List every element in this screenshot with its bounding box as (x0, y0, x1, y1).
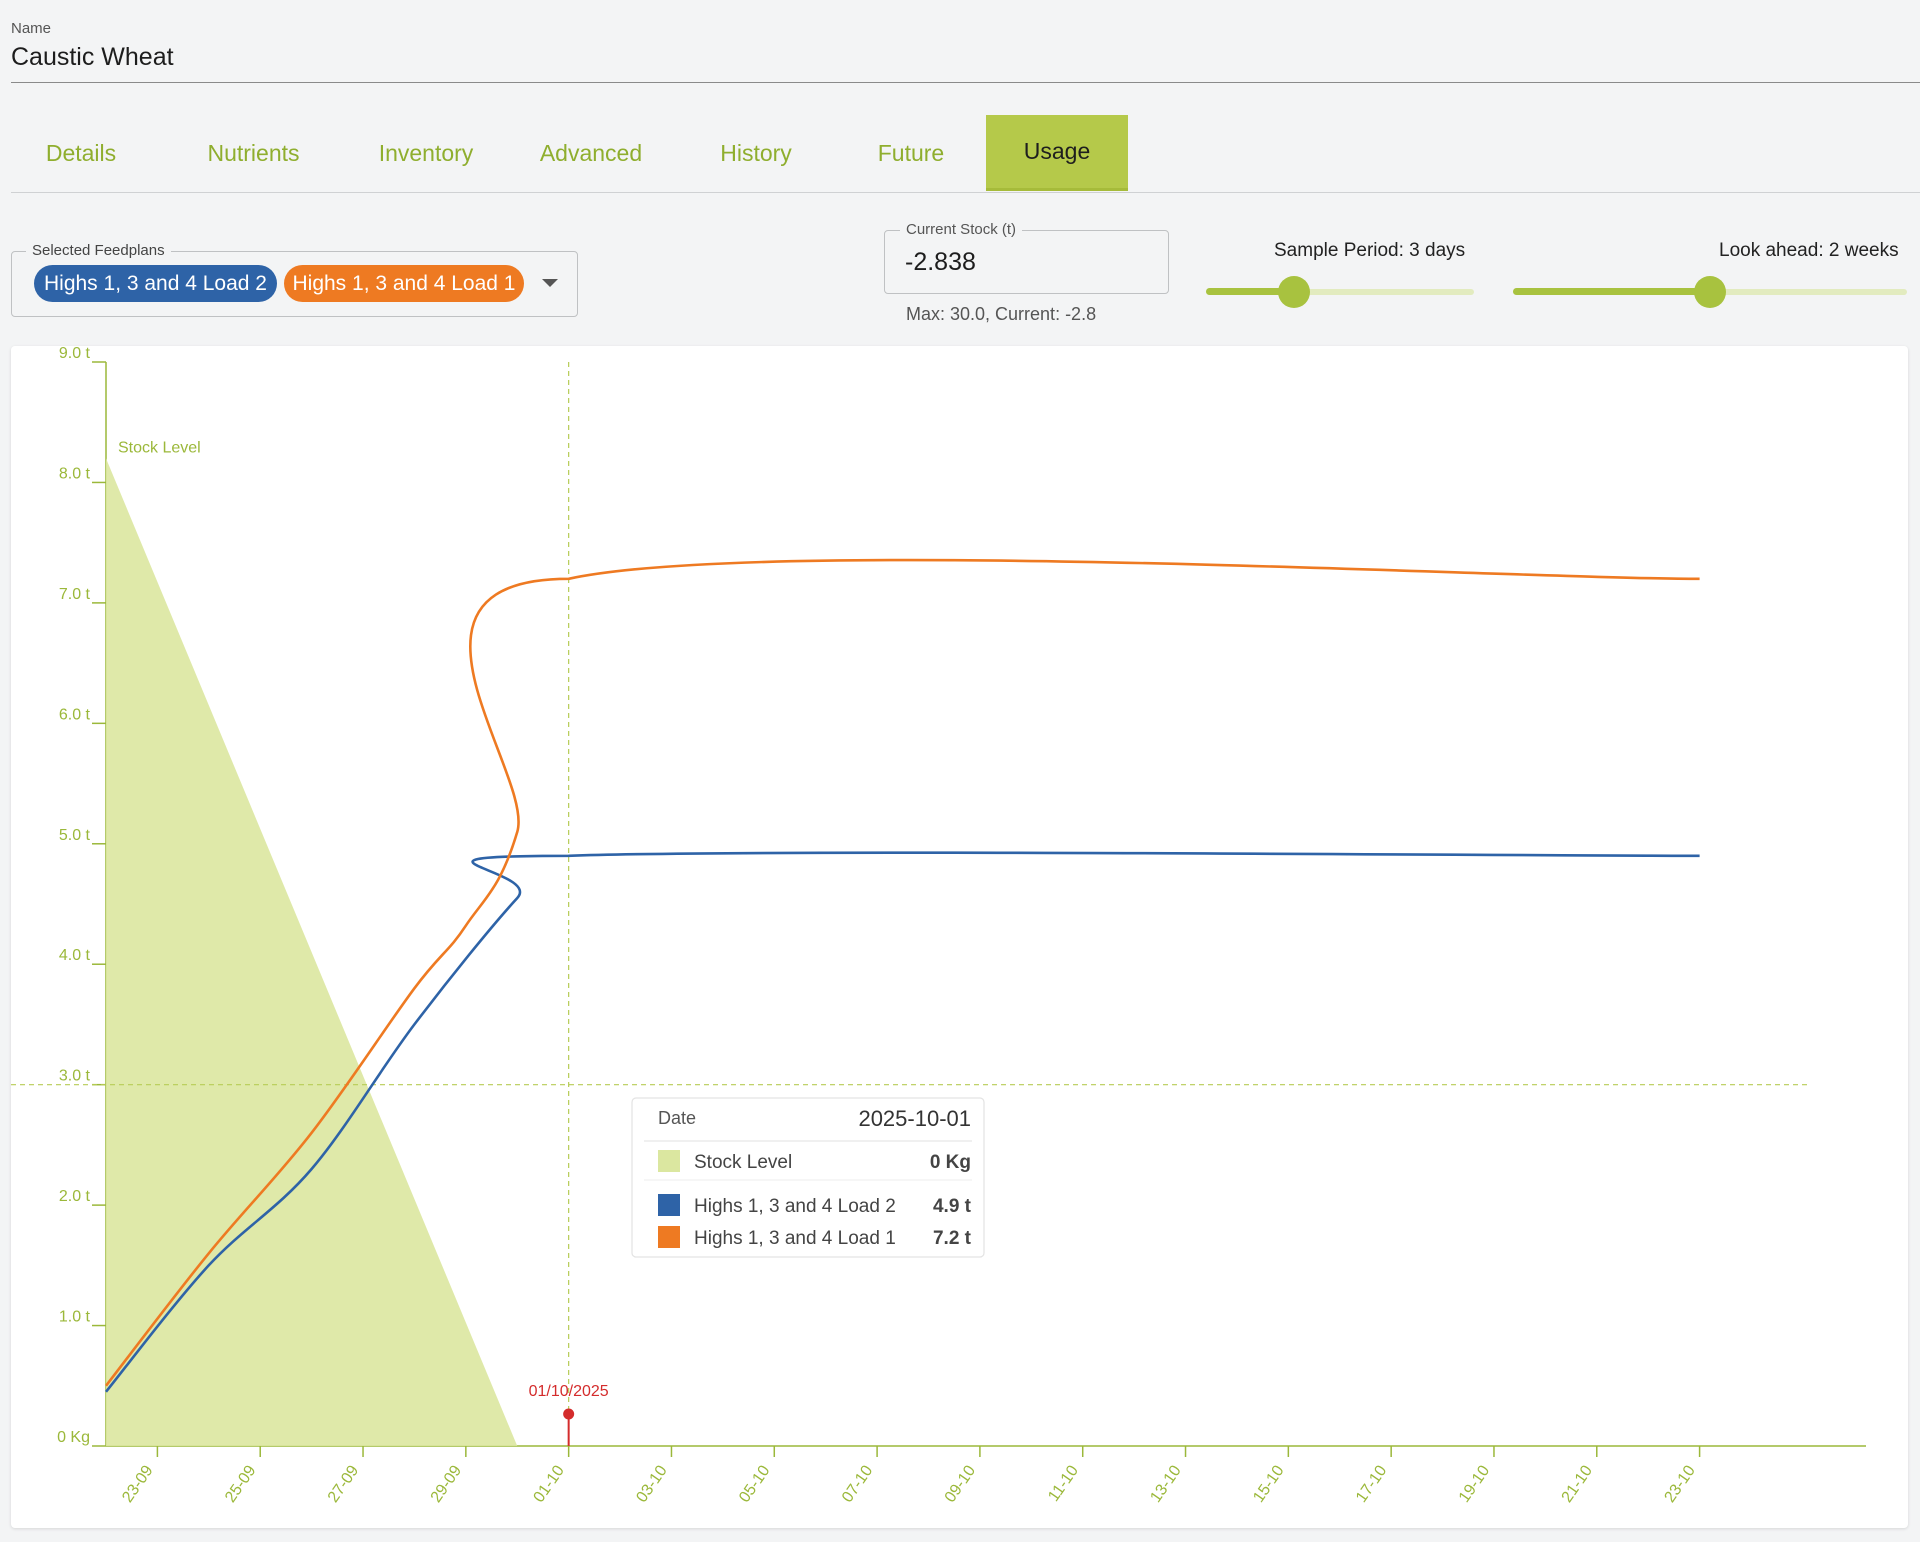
x-tick-label: 01-10 (531, 1462, 568, 1505)
tooltip-row-label: Highs 1, 3 and 4 Load 2 (694, 1196, 896, 1217)
x-tick-label: 21-10 (1559, 1462, 1596, 1505)
y-tick-label: 6.0 t (59, 706, 91, 723)
x-tick-label: 15-10 (1250, 1462, 1287, 1505)
x-tick-label: 07-10 (839, 1462, 876, 1505)
x-tick-label: 09-10 (942, 1462, 979, 1505)
tooltip-date-label: Date (658, 1108, 696, 1128)
name-field[interactable]: Name Caustic Wheat (11, 18, 1920, 83)
x-tick-label: 29-09 (428, 1462, 465, 1505)
tooltip-swatch (658, 1226, 680, 1248)
current-stock-helper: Max: 30.0, Current: -2.8 (906, 304, 1097, 324)
x-tick-label: 27-09 (325, 1462, 362, 1505)
look-ahead-thumb[interactable] (1694, 276, 1726, 308)
x-tick-label: 23-10 (1661, 1462, 1698, 1505)
y-tick-label: 1.0 t (59, 1309, 91, 1326)
tooltip-swatch (658, 1194, 680, 1216)
x-tick-label: 19-10 (1456, 1462, 1493, 1505)
look-ahead-track (1513, 288, 1710, 295)
current-stock-value[interactable]: -2.838 (905, 248, 976, 277)
tab-nutrients[interactable]: Nutrients (161, 115, 346, 191)
tooltip-swatch (658, 1150, 680, 1172)
usage-chart-card: 0 Kg 1.0 t 2.0 t 3.0 t 4.0 t 5.0 t 6.0 t 7.0 t 8… (11, 346, 1908, 1528)
current-stock-field[interactable]: Current Stock (t) -2.838 (884, 221, 1169, 294)
date-marker-dot (563, 1408, 575, 1420)
date-marker-label: 01/10/2025 (529, 1383, 609, 1400)
stock-level-label: Stock Level (118, 439, 201, 456)
tab-details[interactable]: Details (11, 115, 151, 191)
x-tick-label: 25-09 (222, 1462, 259, 1505)
x-tick-label: 23-09 (119, 1462, 156, 1505)
tab-advanced[interactable]: Advanced (511, 115, 671, 191)
tooltip-row-value: 4.9 t (933, 1196, 972, 1217)
name-value[interactable]: Caustic Wheat (11, 43, 174, 72)
usage-chart[interactable]: 0 Kg 1.0 t 2.0 t 3.0 t 4.0 t 5.0 t 6.0 t 7.0 t 8… (11, 346, 1908, 1528)
tab-history[interactable]: History (676, 115, 836, 191)
y-tick-label: 7.0 t (59, 586, 91, 603)
name-label: Name (11, 20, 52, 37)
y-tick-label: 2.0 t (59, 1188, 91, 1205)
x-tick-label: 11-10 (1045, 1462, 1082, 1504)
y-tick-label: 0 Kg (57, 1429, 90, 1446)
stock-level-area (106, 458, 518, 1446)
feedplan-select-label: Selected Feedplans (26, 242, 171, 259)
feedplan-chip-load-2[interactable]: Highs 1, 3 and 4 Load 2 (34, 265, 277, 302)
x-tick-label: 13-10 (1147, 1462, 1184, 1505)
x-tick-label: 05-10 (736, 1462, 773, 1505)
feedplan-chip-load-1[interactable]: Highs 1, 3 and 4 Load 1 (284, 265, 524, 302)
current-stock-label: Current Stock (t) (900, 221, 1023, 238)
x-tick-label: 03-10 (633, 1462, 670, 1505)
y-tick-label: 4.0 t (59, 947, 91, 964)
tab-inventory[interactable]: Inventory (346, 115, 506, 191)
tooltip-row-label: Highs 1, 3 and 4 Load 1 (694, 1228, 896, 1249)
chevron-down-icon[interactable] (542, 279, 558, 287)
sample-period-label: Sample Period: 3 days (1274, 240, 1466, 261)
tab-future[interactable]: Future (831, 115, 991, 191)
y-tick-label: 9.0 t (59, 346, 91, 362)
feedplan-select[interactable]: Selected Feedplans Highs 1, 3 and 4 Load… (11, 242, 578, 317)
y-tick-label: 3.0 t (59, 1068, 91, 1085)
tooltip-row-label: Stock Level (694, 1152, 792, 1173)
chart-tooltip: Date 2025-10-01 Stock Level 0 Kg Highs 1, 3 … (631, 1097, 985, 1258)
sample-period-thumb[interactable] (1278, 276, 1310, 308)
tooltip-row-value: 7.2 t (933, 1228, 972, 1249)
tab-usage[interactable]: Usage (986, 115, 1128, 191)
tooltip-row-value: 0 Kg (930, 1152, 971, 1173)
y-tick-label: 8.0 t (59, 465, 91, 482)
tab-bar: Details Nutrients Inventory Advanced His… (11, 115, 1920, 193)
look-ahead-slider[interactable] (1513, 275, 1907, 309)
x-tick-label: 17-10 (1353, 1462, 1390, 1505)
tooltip-date-value: 2025-10-01 (858, 1106, 971, 1131)
look-ahead-label: Look ahead: 2 weeks (1719, 240, 1899, 261)
sample-period-slider[interactable] (1206, 275, 1474, 309)
y-tick-label: 5.0 t (59, 827, 91, 844)
